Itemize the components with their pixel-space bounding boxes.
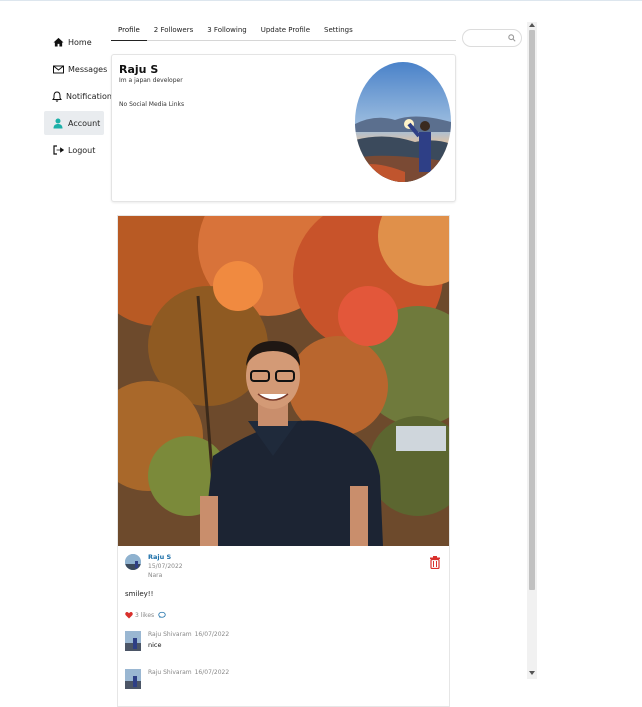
post-location: Nara	[148, 572, 163, 579]
search-box[interactable]	[462, 29, 522, 47]
sidebar-item-label: Home	[68, 37, 92, 47]
scroll-up-arrow-icon[interactable]	[529, 23, 535, 27]
sidebar-item-label: Messages	[68, 64, 108, 74]
comment-text: nice	[148, 641, 162, 649]
sidebar-item-home[interactable]: Home	[44, 30, 108, 54]
post-author-name[interactable]: Raju S	[148, 553, 171, 561]
tab-following[interactable]: 3 Following	[200, 22, 253, 40]
post-caption: smiley!!	[125, 590, 154, 598]
post-photo	[118, 216, 449, 546]
profile-name: Raju S	[119, 63, 159, 76]
comment-date: 16/07/2022	[194, 631, 230, 638]
sidebar-item-messages[interactable]: Messages	[44, 57, 108, 81]
sidebar-item-label: Logout	[68, 145, 96, 155]
sidebar-item-notifications[interactable]: Notifications	[44, 84, 116, 108]
likes-count: 3 likes	[135, 611, 155, 619]
sidebar-item-logout[interactable]: Logout	[44, 138, 108, 162]
home-icon	[52, 36, 64, 48]
post-actions: 3 likes	[125, 611, 166, 619]
trash-icon	[430, 556, 440, 570]
post-card: Raju S 15/07/2022 Nara smiley!! 3 likes	[117, 215, 450, 707]
tab-settings[interactable]: Settings	[317, 22, 360, 40]
comment-icon[interactable]	[158, 611, 166, 619]
main-content: Profile 2 Followers 3 Following Update P…	[111, 22, 456, 707]
comment-author: Raju Shivaram 16/07/2022	[148, 631, 230, 638]
post-author-avatar[interactable]	[125, 554, 141, 570]
user-icon	[52, 117, 64, 129]
tab-profile[interactable]: Profile	[111, 22, 147, 41]
delete-post-button[interactable]	[429, 554, 441, 570]
sidebar-item-account[interactable]: Account	[44, 111, 104, 135]
sidebar-item-label: Notifications	[66, 91, 117, 101]
profile-photo	[355, 62, 451, 182]
envelope-icon	[52, 63, 64, 75]
search-input[interactable]	[469, 32, 511, 45]
tab-update-profile[interactable]: Update Profile	[254, 22, 317, 40]
scrollbar[interactable]	[527, 22, 537, 679]
post-date: 15/07/2022	[148, 563, 183, 570]
comment-avatar[interactable]	[125, 669, 141, 689]
sidebar-item-label: Account	[68, 118, 101, 128]
profile-card: Raju S Im a japan developer No Social Me…	[111, 54, 456, 202]
top-border	[0, 0, 642, 1]
comment-avatar[interactable]	[125, 631, 141, 651]
bell-icon	[52, 90, 62, 102]
search-icon[interactable]	[508, 34, 516, 42]
tab-followers[interactable]: 2 Followers	[147, 22, 200, 40]
sidebar-nav: Home Messages Notifications Account Logo…	[44, 30, 116, 165]
profile-tabs: Profile 2 Followers 3 Following Update P…	[111, 22, 456, 41]
profile-social-links: No Social Media Links	[119, 101, 185, 108]
scroll-down-arrow-icon[interactable]	[529, 671, 535, 675]
heart-icon[interactable]	[125, 611, 133, 619]
scrollbar-thumb[interactable]	[529, 30, 535, 590]
logout-icon	[52, 144, 64, 156]
comment-author: Raju Shivaram 16/07/2022	[148, 669, 230, 676]
profile-bio: Im a japan developer	[119, 77, 183, 84]
comment-date: 16/07/2022	[194, 669, 230, 676]
